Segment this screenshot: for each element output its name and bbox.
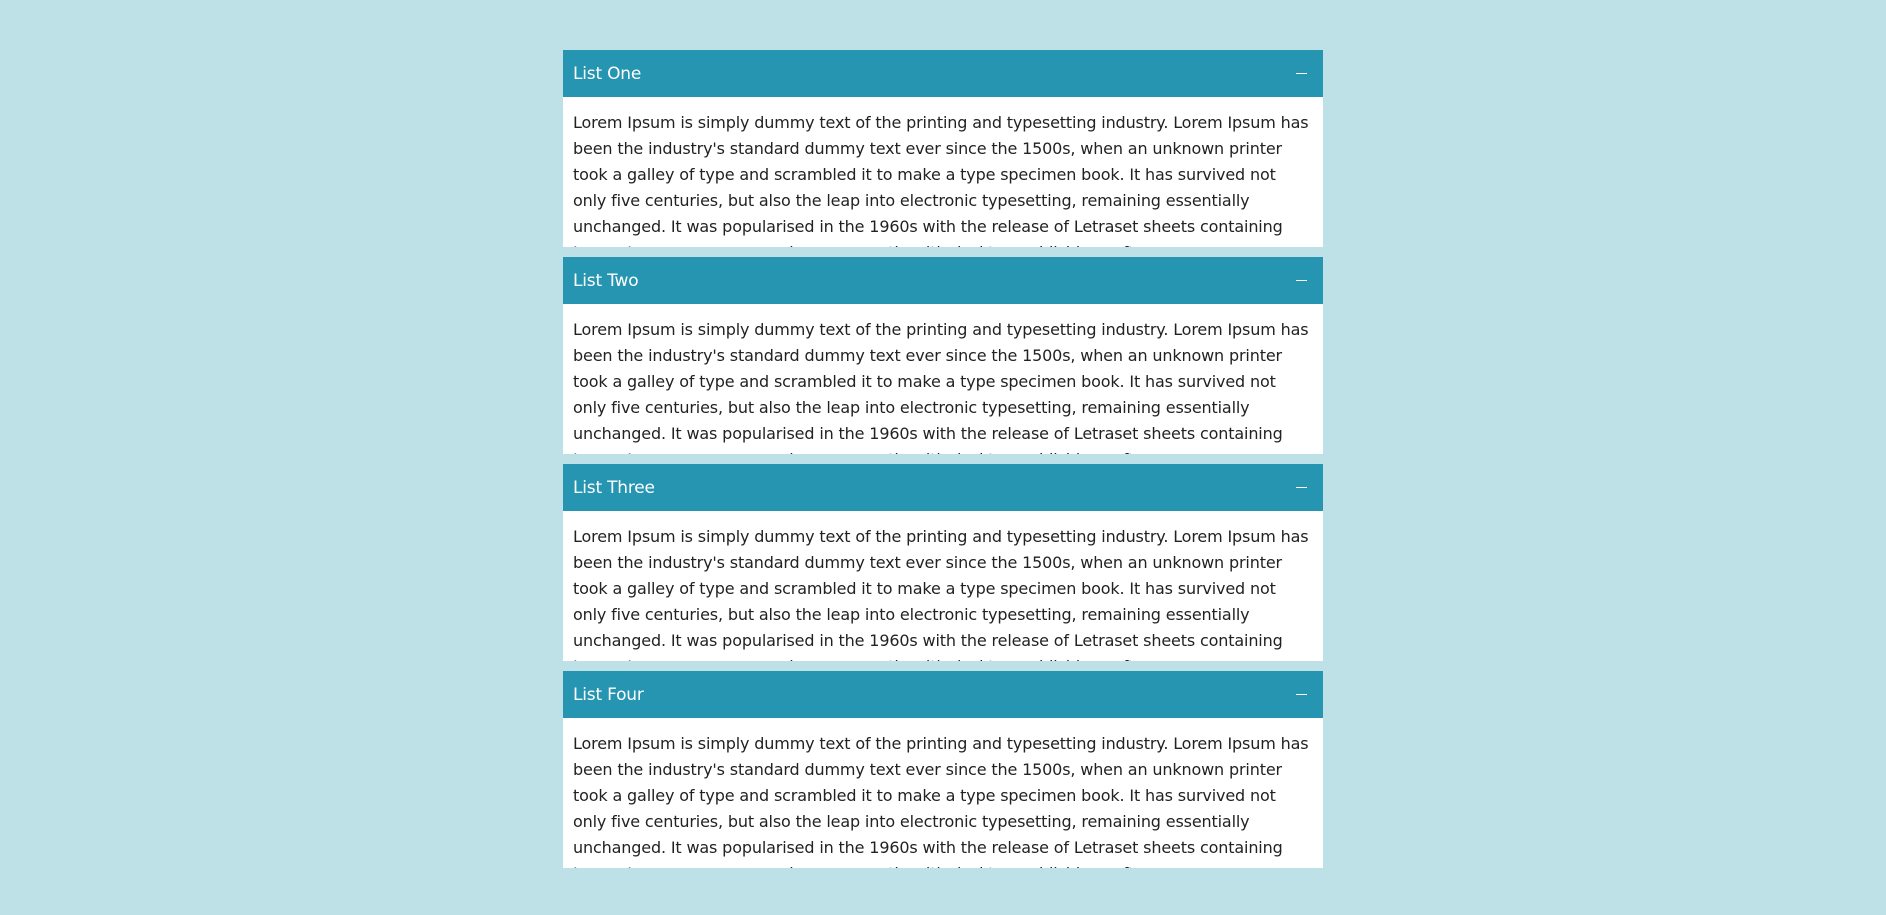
accordion-item-list-two: List Two Lorem Ipsum is simply dummy tex… [563, 257, 1323, 454]
accordion-header-list-one[interactable]: List One [563, 50, 1323, 97]
accordion-panel-text: Lorem Ipsum is simply dummy text of the … [573, 734, 1309, 868]
accordion-panel-list-one: Lorem Ipsum is simply dummy text of the … [563, 97, 1323, 247]
minus-icon[interactable] [1289, 476, 1313, 500]
accordion-title: List One [573, 63, 642, 84]
minus-icon[interactable] [1289, 269, 1313, 293]
accordion-title: List Four [573, 684, 644, 705]
accordion-title: List Three [573, 477, 655, 498]
minus-icon[interactable] [1289, 62, 1313, 86]
accordion-item-list-four: List Four Lorem Ipsum is simply dummy te… [563, 671, 1323, 868]
accordion-header-list-three[interactable]: List Three [563, 464, 1323, 511]
minus-icon[interactable] [1289, 683, 1313, 707]
accordion-item-list-one: List One Lorem Ipsum is simply dummy tex… [563, 50, 1323, 247]
accordion-panel-list-three: Lorem Ipsum is simply dummy text of the … [563, 511, 1323, 661]
accordion-panel-text: Lorem Ipsum is simply dummy text of the … [573, 527, 1309, 661]
accordion-panel-text: Lorem Ipsum is simply dummy text of the … [573, 113, 1309, 247]
accordion-item-list-three: List Three Lorem Ipsum is simply dummy t… [563, 464, 1323, 661]
accordion-header-list-two[interactable]: List Two [563, 257, 1323, 304]
accordion-panel-list-two: Lorem Ipsum is simply dummy text of the … [563, 304, 1323, 454]
accordion: List One Lorem Ipsum is simply dummy tex… [563, 50, 1323, 878]
accordion-title: List Two [573, 270, 639, 291]
accordion-header-list-four[interactable]: List Four [563, 671, 1323, 718]
accordion-panel-text: Lorem Ipsum is simply dummy text of the … [573, 320, 1309, 454]
accordion-panel-list-four: Lorem Ipsum is simply dummy text of the … [563, 718, 1323, 868]
